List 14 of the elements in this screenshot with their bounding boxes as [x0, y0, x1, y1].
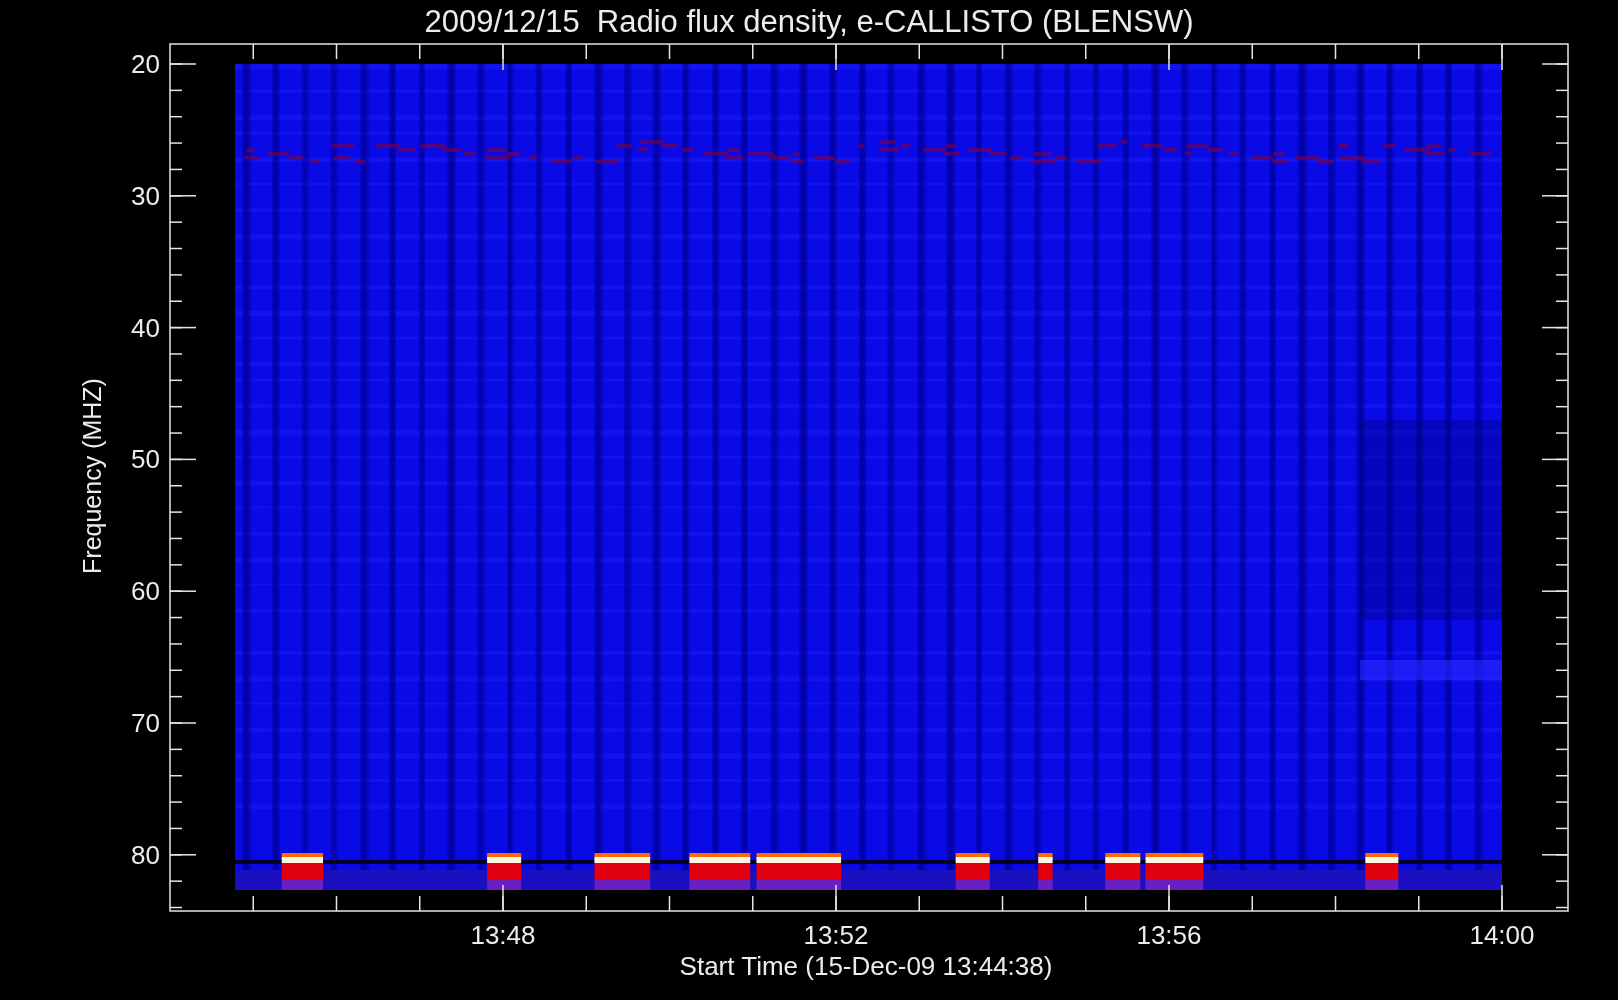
- chart-title: 2009/12/15 Radio flux density, e-CALLISTO (BLENSW): [424, 3, 1194, 41]
- y-tick-label: 50: [130, 444, 160, 475]
- x-tick-label: 13:56: [1135, 920, 1203, 950]
- y-tick-label: 20: [130, 49, 160, 79]
- x-tick-label: 13:48: [469, 920, 537, 950]
- y-tick-label: 40: [130, 312, 160, 343]
- y-axis-label: Frequency (MHZ): [77, 377, 107, 576]
- x-tick-label: 13:52: [802, 920, 870, 950]
- x-tick-label: 14:00: [1468, 920, 1536, 950]
- y-tick-label: 30: [130, 180, 160, 211]
- y-tick-label: 70: [130, 708, 160, 738]
- y-tick-label: 60: [130, 576, 160, 607]
- x-axis-label: Start Time (15-Dec-09 13:44:38): [678, 950, 1054, 982]
- y-tick-label: 80: [130, 839, 160, 870]
